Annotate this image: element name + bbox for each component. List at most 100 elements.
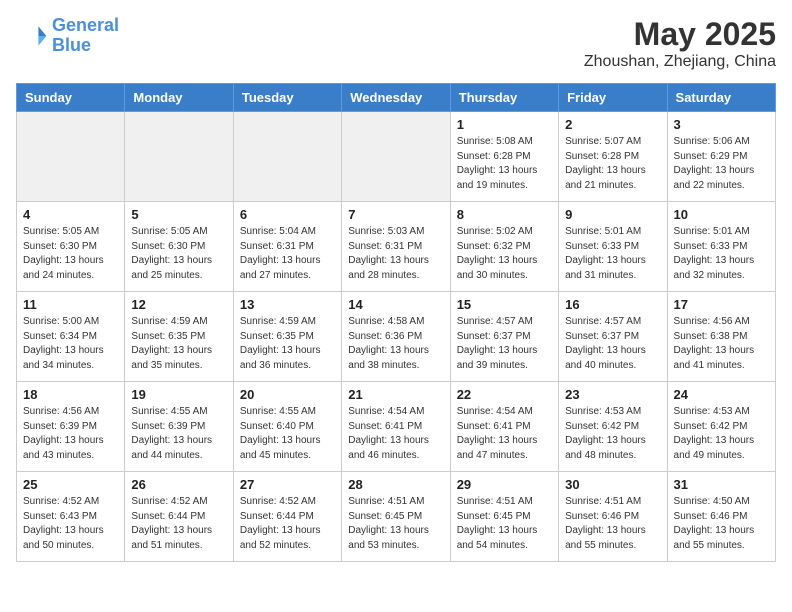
day-info: Sunrise: 4:58 AMSunset: 6:36 PMDaylight:…	[348, 315, 443, 373]
day-number: 10	[674, 207, 769, 222]
calendar-cell: 11 Sunrise: 5:00 AMSunset: 6:34 PMDayligh…	[17, 292, 125, 382]
day-info: Sunrise: 5:00 AMSunset: 6:34 PMDaylight:…	[23, 315, 118, 373]
day-number: 3	[674, 117, 769, 132]
day-number: 31	[674, 477, 769, 492]
day-number: 19	[131, 387, 226, 402]
calendar-cell: 20 Sunrise: 4:55 AMSunset: 6:40 PMDayligh…	[233, 382, 341, 472]
day-number: 18	[23, 387, 118, 402]
calendar-cell: 2 Sunrise: 5:07 AMSunset: 6:28 PMDaylight…	[559, 112, 667, 202]
calendar-cell: 8 Sunrise: 5:02 AMSunset: 6:32 PMDaylight…	[450, 202, 558, 292]
day-number: 11	[23, 297, 118, 312]
day-info: Sunrise: 4:52 AMSunset: 6:44 PMDaylight:…	[131, 495, 226, 553]
day-info: Sunrise: 4:55 AMSunset: 6:40 PMDaylight:…	[240, 405, 335, 463]
day-info: Sunrise: 4:53 AMSunset: 6:42 PMDaylight:…	[565, 405, 660, 463]
calendar-cell: 23 Sunrise: 4:53 AMSunset: 6:42 PMDayligh…	[559, 382, 667, 472]
day-info: Sunrise: 4:56 AMSunset: 6:39 PMDaylight:…	[23, 405, 118, 463]
day-number: 30	[565, 477, 660, 492]
day-info: Sunrise: 4:50 AMSunset: 6:46 PMDaylight:…	[674, 495, 769, 553]
week-row-4: 18 Sunrise: 4:56 AMSunset: 6:39 PMDayligh…	[17, 382, 776, 472]
day-info: Sunrise: 4:59 AMSunset: 6:35 PMDaylight:…	[240, 315, 335, 373]
column-header-saturday: Saturday	[667, 84, 775, 112]
calendar-cell: 10Sunrise: 5:01 AMSunset: 6:33 PMDayligh…	[667, 202, 775, 292]
day-number: 2	[565, 117, 660, 132]
calendar-cell: 21Sunrise: 4:54 AMSunset: 6:41 PMDayligh…	[342, 382, 450, 472]
calendar-cell: 29 Sunrise: 4:51 AMSunset: 6:45 PMDayligh…	[450, 472, 558, 562]
column-header-thursday: Thursday	[450, 84, 558, 112]
day-number: 4	[23, 207, 118, 222]
logo-text: General Blue	[52, 16, 119, 56]
calendar-cell: 27Sunrise: 4:52 AMSunset: 6:44 PMDayligh…	[233, 472, 341, 562]
day-info: Sunrise: 5:03 AMSunset: 6:31 PMDaylight:…	[348, 225, 443, 283]
month-title: May 2025	[584, 16, 776, 53]
calendar-cell: 15 Sunrise: 4:57 AMSunset: 6:37 PMDayligh…	[450, 292, 558, 382]
column-header-wednesday: Wednesday	[342, 84, 450, 112]
day-info: Sunrise: 5:04 AMSunset: 6:31 PMDaylight:…	[240, 225, 335, 283]
day-info: Sunrise: 5:02 AMSunset: 6:32 PMDaylight:…	[457, 225, 552, 283]
day-info: Sunrise: 5:06 AMSunset: 6:29 PMDaylight:…	[674, 135, 769, 193]
week-row-2: 4 Sunrise: 5:05 AMSunset: 6:30 PMDaylight…	[17, 202, 776, 292]
calendar-cell: 19Sunrise: 4:55 AMSunset: 6:39 PMDayligh…	[125, 382, 233, 472]
calendar-table: SundayMondayTuesdayWednesdayThursdayFrid…	[16, 83, 776, 562]
calendar-cell: 22Sunrise: 4:54 AMSunset: 6:41 PMDayligh…	[450, 382, 558, 472]
day-number: 27	[240, 477, 335, 492]
day-number: 23	[565, 387, 660, 402]
calendar-cell: 7Sunrise: 5:03 AMSunset: 6:31 PMDaylight…	[342, 202, 450, 292]
day-number: 17	[674, 297, 769, 312]
day-number: 13	[240, 297, 335, 312]
calendar-cell: 4 Sunrise: 5:05 AMSunset: 6:30 PMDaylight…	[17, 202, 125, 292]
day-info: Sunrise: 4:57 AMSunset: 6:37 PMDaylight:…	[457, 315, 552, 373]
logo: General Blue	[16, 16, 119, 56]
calendar-cell: 30 Sunrise: 4:51 AMSunset: 6:46 PMDayligh…	[559, 472, 667, 562]
week-row-1: 1 Sunrise: 5:08 AMSunset: 6:28 PMDaylight…	[17, 112, 776, 202]
day-number: 26	[131, 477, 226, 492]
day-number: 29	[457, 477, 552, 492]
calendar-cell: 24 Sunrise: 4:53 AMSunset: 6:42 PMDayligh…	[667, 382, 775, 472]
day-number: 9	[565, 207, 660, 222]
day-info: Sunrise: 4:56 AMSunset: 6:38 PMDaylight:…	[674, 315, 769, 373]
day-number: 6	[240, 207, 335, 222]
calendar-cell	[342, 112, 450, 202]
day-info: Sunrise: 4:59 AMSunset: 6:35 PMDaylight:…	[131, 315, 226, 373]
day-number: 16	[565, 297, 660, 312]
logo-icon	[16, 20, 48, 52]
day-number: 25	[23, 477, 118, 492]
day-number: 20	[240, 387, 335, 402]
calendar-header-row: SundayMondayTuesdayWednesdayThursdayFrid…	[17, 84, 776, 112]
day-info: Sunrise: 5:08 AMSunset: 6:28 PMDaylight:…	[457, 135, 552, 193]
calendar-cell: 26 Sunrise: 4:52 AMSunset: 6:44 PMDayligh…	[125, 472, 233, 562]
page-header: General Blue May 2025 Zhoushan, Zhejiang…	[16, 16, 776, 71]
day-number: 14	[348, 297, 443, 312]
day-info: Sunrise: 4:51 AMSunset: 6:45 PMDaylight:…	[348, 495, 443, 553]
calendar-cell: 5Sunrise: 5:05 AMSunset: 6:30 PMDaylight…	[125, 202, 233, 292]
week-row-5: 25Sunrise: 4:52 AMSunset: 6:43 PMDayligh…	[17, 472, 776, 562]
calendar-cell: 12Sunrise: 4:59 AMSunset: 6:35 PMDayligh…	[125, 292, 233, 382]
calendar-cell: 18 Sunrise: 4:56 AMSunset: 6:39 PMDayligh…	[17, 382, 125, 472]
calendar-cell: 14 Sunrise: 4:58 AMSunset: 6:36 PMDayligh…	[342, 292, 450, 382]
calendar-cell	[233, 112, 341, 202]
day-info: Sunrise: 4:51 AMSunset: 6:46 PMDaylight:…	[565, 495, 660, 553]
calendar-cell: 13 Sunrise: 4:59 AMSunset: 6:35 PMDayligh…	[233, 292, 341, 382]
calendar-cell: 17 Sunrise: 4:56 AMSunset: 6:38 PMDayligh…	[667, 292, 775, 382]
title-block: May 2025 Zhoushan, Zhejiang, China	[584, 16, 776, 71]
day-number: 21	[348, 387, 443, 402]
day-number: 22	[457, 387, 552, 402]
column-header-tuesday: Tuesday	[233, 84, 341, 112]
day-info: Sunrise: 4:51 AMSunset: 6:45 PMDaylight:…	[457, 495, 552, 553]
column-header-sunday: Sunday	[17, 84, 125, 112]
day-number: 1	[457, 117, 552, 132]
day-number: 24	[674, 387, 769, 402]
calendar-cell: 25Sunrise: 4:52 AMSunset: 6:43 PMDayligh…	[17, 472, 125, 562]
day-number: 15	[457, 297, 552, 312]
day-info: Sunrise: 4:57 AMSunset: 6:37 PMDaylight:…	[565, 315, 660, 373]
calendar-cell: 16 Sunrise: 4:57 AMSunset: 6:37 PMDayligh…	[559, 292, 667, 382]
day-info: Sunrise: 5:07 AMSunset: 6:28 PMDaylight:…	[565, 135, 660, 193]
day-info: Sunrise: 5:05 AMSunset: 6:30 PMDaylight:…	[23, 225, 118, 283]
column-header-friday: Friday	[559, 84, 667, 112]
day-info: Sunrise: 5:01 AMSunset: 6:33 PMDaylight:…	[565, 225, 660, 283]
day-info: Sunrise: 4:53 AMSunset: 6:42 PMDaylight:…	[674, 405, 769, 463]
calendar-cell	[125, 112, 233, 202]
week-row-3: 11 Sunrise: 5:00 AMSunset: 6:34 PMDayligh…	[17, 292, 776, 382]
day-number: 8	[457, 207, 552, 222]
day-info: Sunrise: 5:05 AMSunset: 6:30 PMDaylight:…	[131, 225, 226, 283]
calendar-cell: 31 Sunrise: 4:50 AMSunset: 6:46 PMDayligh…	[667, 472, 775, 562]
